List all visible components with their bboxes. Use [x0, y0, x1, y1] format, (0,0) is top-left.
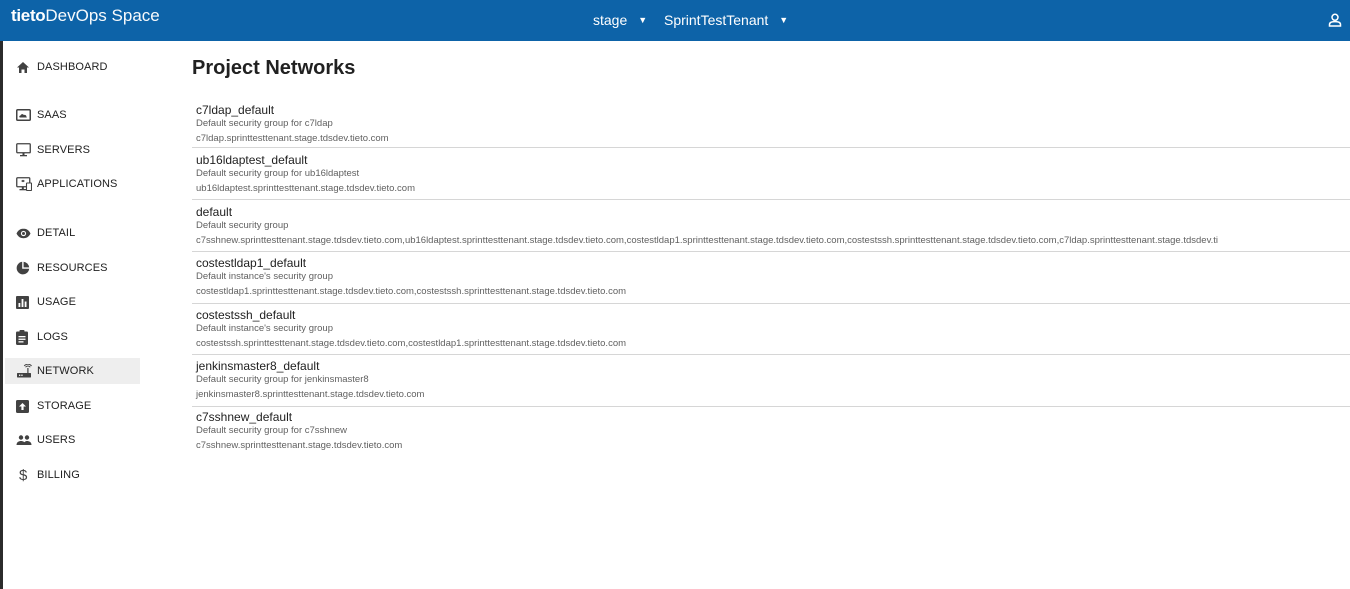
network-name: c7ldap_default [196, 103, 275, 117]
list-item[interactable]: costestssh_default Default instance's se… [192, 304, 1350, 355]
storage-icon [16, 398, 34, 414]
sidebar-item-label: LOGS [37, 331, 68, 343]
network-hosts: c7ldap.sprinttesttenant.stage.tdsdev.tie… [196, 133, 389, 144]
sidebar-item-label: NETWORK [37, 365, 94, 377]
cloud-icon [16, 107, 34, 123]
sidebar-item-billing[interactable]: $ BILLING [5, 462, 140, 488]
sidebar-item-label: APPLICATIONS [37, 178, 118, 190]
sidebar-item-label: USAGE [37, 296, 77, 308]
list-item[interactable]: ub16ldaptest_default Default security gr… [192, 148, 1350, 200]
network-hosts: jenkinsmaster8.sprinttesttenant.stage.td… [196, 389, 425, 400]
network-name: default [196, 205, 233, 219]
network-hosts: ub16ldaptest.sprinttesttenant.stage.tdsd… [196, 183, 415, 194]
list-item[interactable]: c7ldap_default Default security group fo… [192, 96, 1350, 148]
tenant-label: SprintTestTenant [664, 12, 769, 28]
bar-chart-icon [16, 294, 34, 310]
sidebar-item-saas[interactable]: SAAS [5, 102, 140, 128]
network-description: Default instance's security group [196, 271, 333, 282]
list-item[interactable]: default Default security group c7sshnew.… [192, 200, 1350, 252]
sidebar-item-label: SAAS [37, 109, 67, 121]
sidebar-item-usage[interactable]: USAGE [5, 289, 140, 315]
network-description: Default security group for ub16ldaptest [196, 168, 360, 179]
brand-name-bold: tieto [11, 6, 46, 25]
brand-logo[interactable]: tietoDevOps Space [11, 5, 160, 27]
sidebar-item-detail[interactable]: DETAIL [5, 220, 140, 246]
sidebar-item-dashboard[interactable]: DASHBOARD [5, 54, 140, 80]
list-item[interactable]: jenkinsmaster8_default Default security … [192, 355, 1350, 407]
user-icon[interactable] [1328, 13, 1342, 27]
home-icon [16, 59, 34, 75]
applications-icon [16, 176, 34, 192]
tenant-selector[interactable]: SprintTestTenant ▼ [664, 11, 788, 29]
pie-chart-icon [16, 260, 34, 276]
page-title: Project Networks [192, 57, 356, 79]
network-icon [16, 363, 34, 379]
network-hosts: c7sshnew.sprinttesttenant.stage.tdsdev.t… [196, 440, 403, 451]
caret-down-icon: ▼ [638, 15, 648, 25]
users-icon [16, 432, 34, 448]
sidebar-item-logs[interactable]: LOGS [5, 324, 140, 350]
network-hosts: costestldap1.sprinttesttenant.stage.tdsd… [196, 286, 627, 297]
sidebar-item-label: BILLING [37, 469, 80, 481]
environment-label: stage [593, 12, 628, 28]
network-description: Default security group for jenkinsmaster… [196, 374, 369, 385]
list-item[interactable]: c7sshnew_default Default security group … [192, 407, 1350, 459]
network-description: Default security group [196, 220, 289, 231]
sidebar: DASHBOARD SAAS SERVERS APPLICATIONS DETA… [3, 41, 163, 589]
caret-down-icon: ▼ [779, 15, 789, 25]
top-app-bar: tietoDevOps Space stage ▼ SprintTestTenan… [0, 0, 1350, 41]
monitor-icon [16, 142, 34, 158]
sidebar-item-network[interactable]: NETWORK [5, 358, 140, 384]
network-name: ub16ldaptest_default [196, 153, 308, 167]
network-description: Default security group for c7ldap [196, 118, 333, 129]
sidebar-item-label: SERVERS [37, 144, 91, 156]
network-description: Default security group for c7sshnew [196, 425, 348, 436]
network-description: Default instance's security group [196, 323, 333, 334]
sidebar-item-resources[interactable]: RESOURCES [5, 255, 140, 281]
environment-selector[interactable]: stage ▼ [593, 11, 647, 29]
sidebar-item-storage[interactable]: STORAGE [5, 393, 140, 419]
list-item[interactable]: costestldap1_default Default instance's … [192, 252, 1350, 304]
eye-icon [16, 225, 34, 241]
sidebar-item-servers[interactable]: SERVERS [5, 137, 140, 163]
sidebar-item-label: USERS [37, 434, 76, 446]
network-name: jenkinsmaster8_default [196, 359, 320, 373]
network-name: costestssh_default [196, 308, 296, 322]
sidebar-item-label: STORAGE [37, 400, 92, 412]
network-name: c7sshnew_default [196, 410, 293, 424]
network-hosts: c7sshnew.sprinttesttenant.stage.tdsdev.t… [196, 235, 1219, 246]
dollar-icon: $ [19, 466, 28, 484]
clipboard-icon [16, 329, 34, 345]
brand-name-rest: DevOps Space [45, 6, 160, 25]
network-hosts: costestssh.sprinttesttenant.stage.tdsdev… [196, 338, 627, 349]
network-name: costestldap1_default [196, 256, 307, 270]
sidebar-item-users[interactable]: USERS [5, 427, 140, 453]
sidebar-item-label: RESOURCES [37, 262, 108, 274]
sidebar-item-label: DETAIL [37, 227, 76, 239]
sidebar-item-applications[interactable]: APPLICATIONS [5, 171, 140, 197]
sidebar-item-label: DASHBOARD [37, 61, 108, 73]
